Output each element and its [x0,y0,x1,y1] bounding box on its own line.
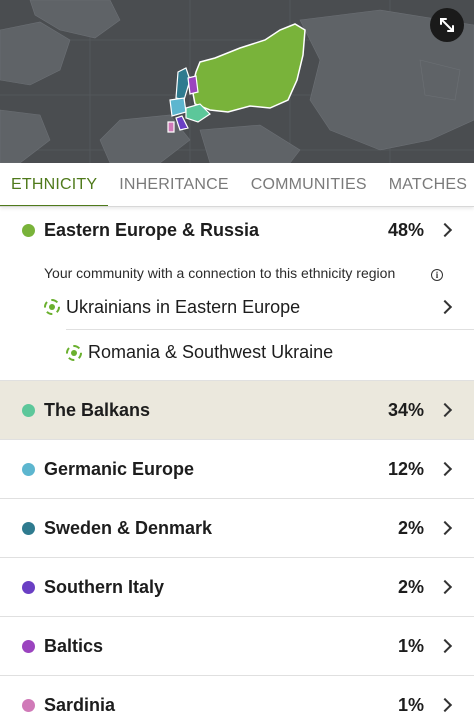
tab-communities[interactable]: COMMUNITIES [240,163,378,206]
region-percent: 34% [387,399,424,420]
map-graphic [0,0,474,163]
region-color-dot [22,521,35,535]
ethnicity-map[interactable] [0,0,474,163]
region-row-baltics[interactable]: Baltics 1% [0,616,474,675]
region-row-sweden-denmark[interactable]: Sweden & Denmark 2% [0,498,474,557]
region-color-dot [22,462,35,476]
germanic-region [169,97,187,117]
tab-inheritance[interactable]: INHERITANCE [108,163,239,206]
community-note: Your community with a connection to this… [44,265,396,281]
chevron-right-icon [437,579,453,595]
region-percent: 12% [387,458,424,479]
info-icon[interactable]: i [431,269,443,281]
region-row-sardinia[interactable]: Sardinia 1% [0,675,474,719]
chevron-right-icon [437,520,453,536]
community-ring-icon [66,344,82,361]
region-row-the-balkans[interactable]: The Balkans 34% [0,380,474,439]
community-name: Ukrainians in Eastern Europe [66,296,301,317]
tab-matches[interactable]: MATCHES [378,163,474,206]
region-name: Sweden & Denmark [44,517,213,538]
region-name: The Balkans [44,399,151,420]
region-color-dot [22,223,35,237]
region-percent: 1% [397,694,424,715]
community-row-ukrainians[interactable]: Ukrainians in Eastern Europe [44,284,474,330]
expand-map-button[interactable] [430,8,464,42]
region-percent: 2% [397,576,424,597]
region-name: Sardinia [44,694,116,715]
expand-icon [440,18,454,32]
chevron-right-icon [437,461,453,477]
community-ring-icon [44,299,60,315]
region-color-dot [22,639,35,653]
chevron-right-icon [437,222,453,238]
region-name: Baltics [44,635,104,656]
chevron-right-icon [437,697,453,713]
region-percent: 48% [387,219,424,240]
region-row-southern-italy[interactable]: Southern Italy 2% [0,557,474,616]
region-name: Southern Italy [44,576,165,597]
region-name: Germanic Europe [44,458,195,479]
sardinia-region [167,121,175,133]
chevron-right-icon [437,638,453,654]
region-color-dot [22,580,35,594]
region-color-dot [22,403,35,417]
chevron-right-icon [437,402,453,418]
region-row-eastern-europe-russia[interactable]: Eastern Europe & Russia 48% [0,207,474,253]
tab-ethnicity[interactable]: ETHNICITY [0,163,109,206]
region-percent: 2% [397,517,424,538]
region-color-dot [22,698,35,712]
sub-community-name: Romania & Southwest Ukraine [88,342,334,362]
baltics-region [187,75,199,95]
region-name: Eastern Europe & Russia [44,219,260,240]
ethnicity-region-list: Eastern Europe & Russia 48% Your communi… [0,207,474,719]
region-row-germanic-europe[interactable]: Germanic Europe 12% [0,439,474,498]
region-percent: 1% [397,635,424,656]
section-tabs: ETHNICITY INHERITANCE COMMUNITIES MATCHE… [0,163,474,207]
eastern-europe-block: Eastern Europe & Russia 48% Your communi… [0,207,474,380]
chevron-right-icon [437,299,453,315]
sub-community-row-romania[interactable]: Romania & Southwest Ukraine [66,329,474,375]
